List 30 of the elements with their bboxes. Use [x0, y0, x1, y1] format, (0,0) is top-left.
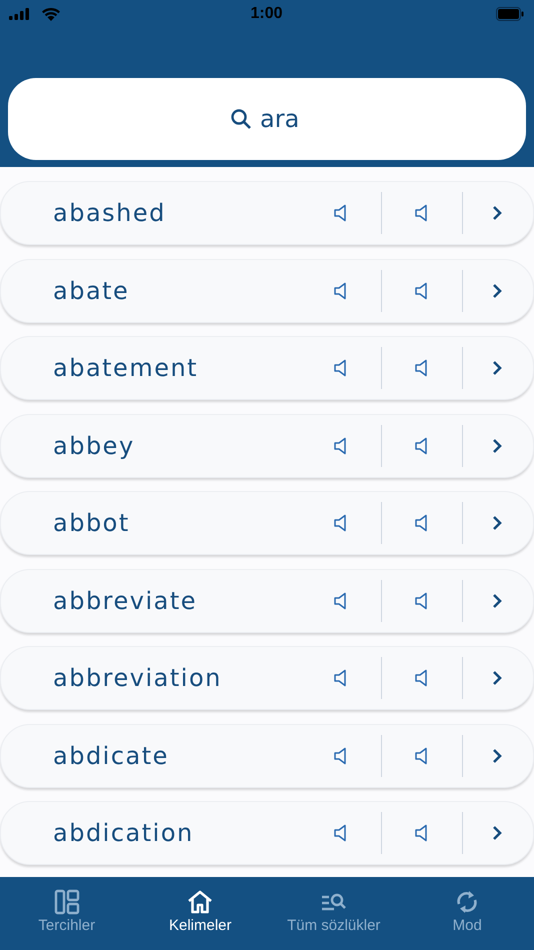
- word-text: abate: [53, 276, 130, 304]
- tab[interactable]: Tüm sözlükler: [267, 877, 400, 950]
- word-text: abbey: [53, 432, 136, 460]
- word-row[interactable]: abbreviation: [0, 646, 534, 710]
- word-row[interactable]: abdication: [0, 801, 534, 865]
- word-row[interactable]: abbey: [0, 414, 534, 478]
- word-row[interactable]: abdicate: [0, 724, 534, 788]
- status-time: 1:00: [250, 5, 283, 23]
- word-row[interactable]: abbreviate: [0, 568, 534, 632]
- word-row[interactable]: abatement: [0, 336, 534, 400]
- layout-icon: [54, 889, 80, 915]
- word-row[interactable]: abashed: [0, 181, 534, 245]
- signal-icon: [9, 8, 31, 20]
- word-text: abbreviate: [53, 586, 198, 614]
- search-icon: [230, 108, 252, 130]
- word-row[interactable]: abbot: [0, 491, 534, 555]
- wifi-icon: [41, 7, 61, 21]
- word-text: abashed: [53, 199, 167, 227]
- battery-icon: [496, 7, 524, 21]
- home-icon: [187, 889, 214, 915]
- search-field[interactable]: ara: [260, 105, 304, 133]
- tab[interactable]: Mod: [400, 877, 534, 950]
- tab[interactable]: Kelimeler: [134, 877, 267, 950]
- word-text: abbreviation: [53, 664, 223, 692]
- tab[interactable]: Tercihler: [0, 877, 134, 950]
- word-text: abatement: [53, 354, 200, 382]
- word-row[interactable]: abate: [0, 258, 534, 322]
- word-text: abdication: [53, 819, 195, 847]
- word-text: abbot: [53, 509, 131, 537]
- word-text: abdicate: [53, 742, 170, 770]
